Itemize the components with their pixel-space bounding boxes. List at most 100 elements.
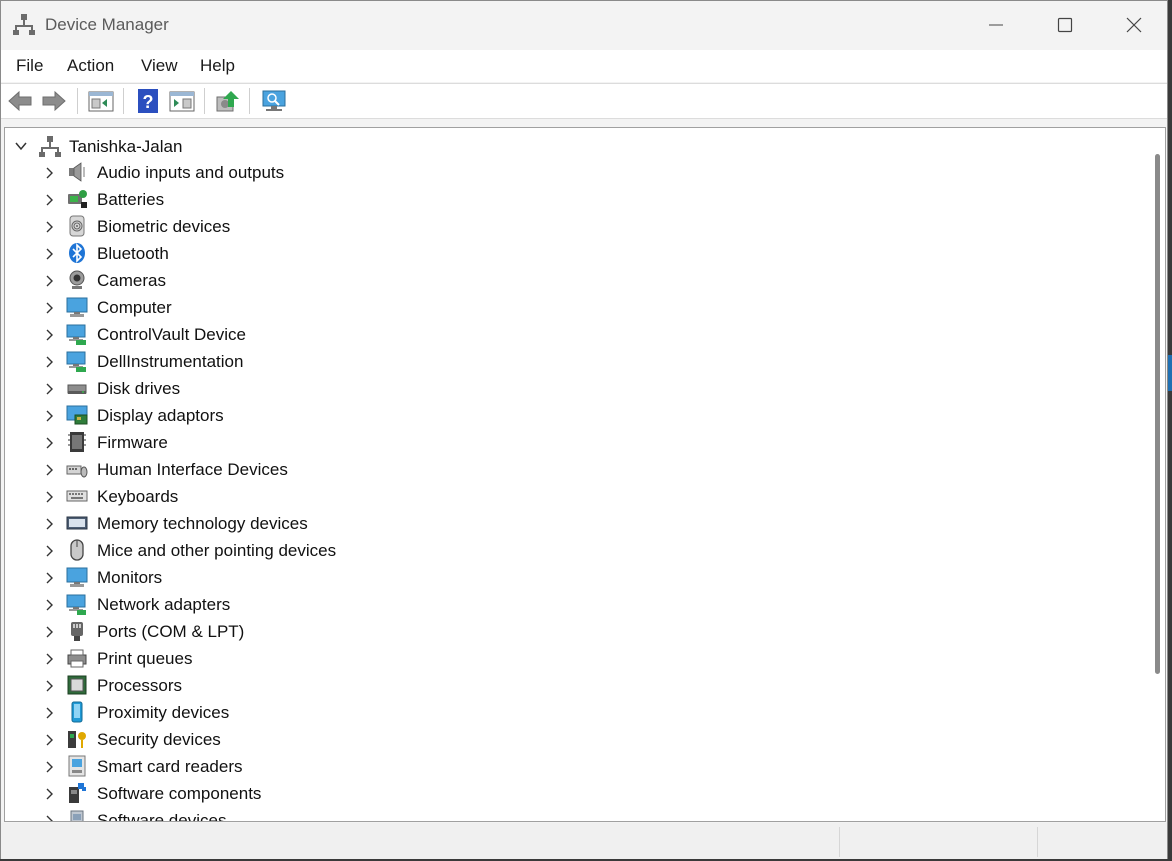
title-bar[interactable]: Device Manager [1,1,1167,49]
tree-node-bluetooth[interactable]: Bluetooth [5,240,1135,267]
scrollbar-thumb[interactable] [1155,154,1160,674]
chevron-right-icon[interactable] [43,194,55,206]
speaker-icon [69,162,85,182]
chevron-right-icon[interactable] [43,383,55,395]
tree-node-label: Processors [97,676,183,695]
software-component-icon [69,783,86,803]
chevron-right-icon[interactable] [43,491,55,503]
tree-node-label: Security devices [97,730,221,749]
update-driver-icon[interactable] [215,89,241,113]
bluetooth-icon [69,243,85,263]
chevron-right-icon[interactable] [43,302,55,314]
tree-node-software-components[interactable]: Software components [5,780,1135,807]
tree-node-label: Mice and other pointing devices [97,541,337,560]
tree-node-cameras[interactable]: Cameras [5,267,1135,294]
tree-node-label: Batteries [97,190,165,209]
tree-node-processors[interactable]: Processors [5,672,1135,699]
chevron-right-icon[interactable] [43,680,55,692]
tree-node-network-adapters[interactable]: Network adapters [5,591,1135,618]
smart-card-icon [68,755,86,777]
tree-node-computer[interactable]: Computer [5,294,1135,321]
chevron-right-icon[interactable] [43,329,55,341]
device-tree[interactable]: Tanishka-Jalan Audio inputs and outputs B… [4,127,1166,822]
menu-action[interactable]: Action [67,56,114,76]
tree-node-audio-inputs-and-outputs[interactable]: Audio inputs and outputs [5,159,1135,186]
tree-node-print-queues[interactable]: Print queues [5,645,1135,672]
back-arrow-icon[interactable] [7,89,33,113]
tree-node-security-devices[interactable]: Security devices [5,726,1135,753]
menu-file[interactable]: File [16,56,43,76]
details-view-icon[interactable] [169,89,195,113]
toolbar-separator [123,88,124,114]
tree-node-firmware[interactable]: Firmware [5,429,1135,456]
chevron-right-icon[interactable] [43,734,55,746]
tree-node-disk-drives[interactable]: Disk drives [5,375,1135,402]
menu-help[interactable]: Help [200,56,235,76]
keyboard-icon [66,490,88,502]
status-cell [839,827,1038,857]
chevron-right-icon[interactable] [43,653,55,665]
chevron-right-icon[interactable] [43,437,55,449]
tree-node-label: Biometric devices [97,217,231,236]
tree-node-human-interface-devices[interactable]: Human Interface Devices [5,456,1135,483]
port-icon [71,622,83,641]
tree-node-monitors[interactable]: Monitors [5,564,1135,591]
tree-node-keyboards[interactable]: Keyboards [5,483,1135,510]
tree-node-label: Software components [97,784,262,803]
tree-node-mice-and-other-pointing-devices[interactable]: Mice and other pointing devices [5,537,1135,564]
tree-node-ports-com-lpt[interactable]: Ports (COM & LPT) [5,618,1135,645]
chevron-right-icon[interactable] [43,626,55,638]
chevron-right-icon[interactable] [43,275,55,287]
chevron-right-icon[interactable] [43,248,55,260]
tree-node-label: Ports (COM & LPT) [97,622,245,641]
firmware-icon [68,432,86,452]
tree-root-node[interactable]: Tanishka-Jalan [5,134,1165,158]
chevron-right-icon[interactable] [43,788,55,800]
chevron-right-icon[interactable] [43,815,55,822]
forward-arrow-icon[interactable] [41,89,67,113]
tree-node-label: Memory technology devices [97,514,308,533]
chevron-right-icon[interactable] [43,761,55,773]
chevron-right-icon[interactable] [43,410,55,422]
chevron-right-icon[interactable] [43,572,55,584]
scan-hardware-icon[interactable] [261,89,287,113]
chevron-right-icon[interactable] [43,707,55,719]
toolbar-separator [77,88,78,114]
processor-icon [67,675,87,695]
chevron-down-icon[interactable] [15,140,27,152]
tree-node-display-adaptors[interactable]: Display adaptors [5,402,1135,429]
hid-icon [66,465,88,478]
maximize-button[interactable] [1030,1,1100,49]
tree-node-proximity-devices[interactable]: Proximity devices [5,699,1135,726]
chevron-right-icon[interactable] [43,464,55,476]
properties-icon[interactable] [88,89,114,113]
chevron-right-icon[interactable] [43,221,55,233]
tree-node-controlvault-device[interactable]: ControlVault Device [5,321,1135,348]
help-icon[interactable]: ? [135,89,161,113]
tree-node-label: ControlVault Device [97,325,246,344]
device-manager-app-icon [13,14,35,35]
minimize-button[interactable] [961,1,1031,49]
chevron-right-icon[interactable] [43,545,55,557]
tree-node-label: Computer [97,298,172,317]
status-cell [1037,827,1166,857]
chevron-right-icon[interactable] [43,599,55,611]
tree-node-biometric-devices[interactable]: Biometric devices [5,213,1135,240]
chevron-right-icon[interactable] [43,356,55,368]
close-button[interactable] [1099,1,1169,49]
printer-icon [67,649,87,668]
tree-node-label: Human Interface Devices [97,460,288,479]
tree-node-dellinstrumentation[interactable]: DellInstrumentation [5,348,1135,375]
vertical-scrollbar[interactable] [1153,134,1161,816]
proximity-icon [71,701,83,723]
tree-node-batteries[interactable]: Batteries [5,186,1135,213]
chevron-right-icon[interactable] [43,518,55,530]
monitor-icon [66,567,88,587]
tree-node-memory-technology-devices[interactable]: Memory technology devices [5,510,1135,537]
close-icon [1126,17,1142,33]
chevron-right-icon[interactable] [43,167,55,179]
menu-view[interactable]: View [141,56,178,76]
tree-node-software-devices[interactable]: Software devices [5,807,1135,822]
tree-node-label: Keyboards [97,487,179,506]
tree-node-smart-card-readers[interactable]: Smart card readers [5,753,1135,780]
